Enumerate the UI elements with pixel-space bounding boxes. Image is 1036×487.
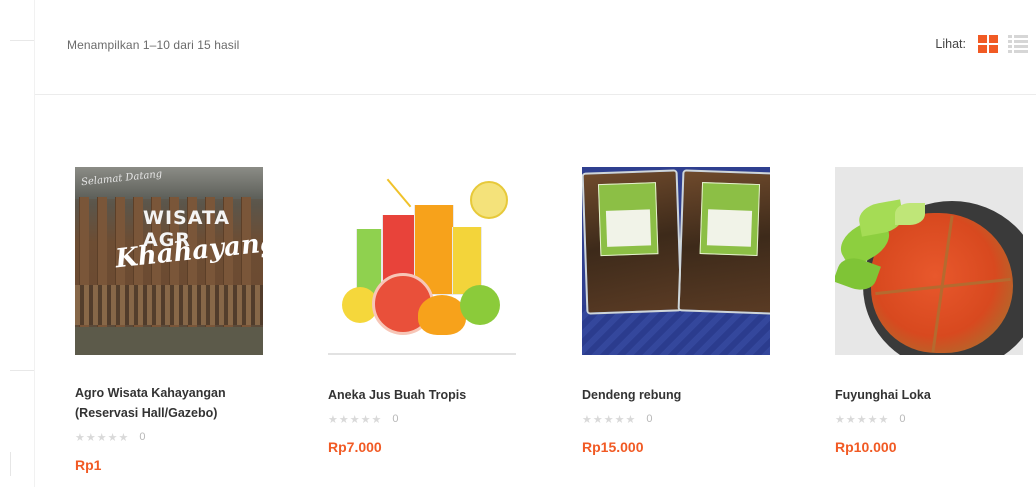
product-image-dendeng[interactable] <box>582 167 770 355</box>
product-card[interactable]: Fuyunghai Loka ★★★★★ 0 Rp10.000 <box>835 167 1023 455</box>
product-card[interactable]: Dendeng rebung ★★★★★ 0 Rp15.000 <box>582 167 770 455</box>
view-switcher: Lihat: <box>935 35 1028 53</box>
product-title[interactable]: Dendeng rebung <box>582 385 770 405</box>
product-title[interactable]: Agro Wisata Kahayangan (Reservasi Hall/G… <box>75 383 263 423</box>
product-rating: ★★★★★ 0 <box>582 411 770 427</box>
star-rating-icon: ★★★★★ <box>328 413 383 426</box>
product-image-agro-wisata[interactable]: Selamat Datang WISATA AGR Khahayanga <box>75 167 263 355</box>
product-title[interactable]: Aneka Jus Buah Tropis <box>328 385 516 405</box>
product-title[interactable]: Fuyunghai Loka <box>835 385 1023 405</box>
product-price: Rp15.000 <box>582 439 644 455</box>
product-title-line[interactable]: Agro Wisata Kahayangan <box>75 383 263 403</box>
product-price: Rp7.000 <box>328 439 382 455</box>
product-card[interactable]: Aneka Jus Buah Tropis ★★★★★ 0 Rp7.000 <box>328 167 516 455</box>
sidebar-divider <box>10 452 11 476</box>
list-view-icon[interactable] <box>1008 35 1028 53</box>
rating-count: 0 <box>646 413 653 425</box>
left-sidebar-edge <box>0 0 35 487</box>
product-rating: ★★★★★ 0 <box>75 429 263 445</box>
star-rating-icon: ★★★★★ <box>75 431 130 444</box>
view-label: Lihat: <box>935 37 966 51</box>
product-grid: Selamat Datang WISATA AGR Khahayanga Agr… <box>75 167 1035 487</box>
product-rating: ★★★★★ 0 <box>328 411 516 427</box>
grid-view-icon[interactable] <box>978 35 998 53</box>
product-image-fuyunghai[interactable] <box>835 167 1023 355</box>
shop-toolbar: Menampilkan 1–10 dari 15 hasil Lihat: <box>35 0 1036 95</box>
rating-count: 0 <box>899 413 906 425</box>
product-price: Rp10.000 <box>835 439 897 455</box>
product-title-line[interactable]: (Reservasi Hall/Gazebo) <box>75 403 263 423</box>
star-rating-icon: ★★★★★ <box>835 413 890 426</box>
sidebar-divider <box>10 370 34 371</box>
star-rating-icon: ★★★★★ <box>582 413 637 426</box>
sidebar-divider <box>10 40 34 41</box>
result-count: Menampilkan 1–10 dari 15 hasil <box>67 38 240 52</box>
rating-count: 0 <box>139 431 146 443</box>
product-image-jus[interactable] <box>328 167 516 355</box>
product-price: Rp1 <box>75 457 102 473</box>
rating-count: 0 <box>392 413 399 425</box>
product-rating: ★★★★★ 0 <box>835 411 1023 427</box>
product-card[interactable]: Selamat Datang WISATA AGR Khahayanga Agr… <box>75 167 263 473</box>
